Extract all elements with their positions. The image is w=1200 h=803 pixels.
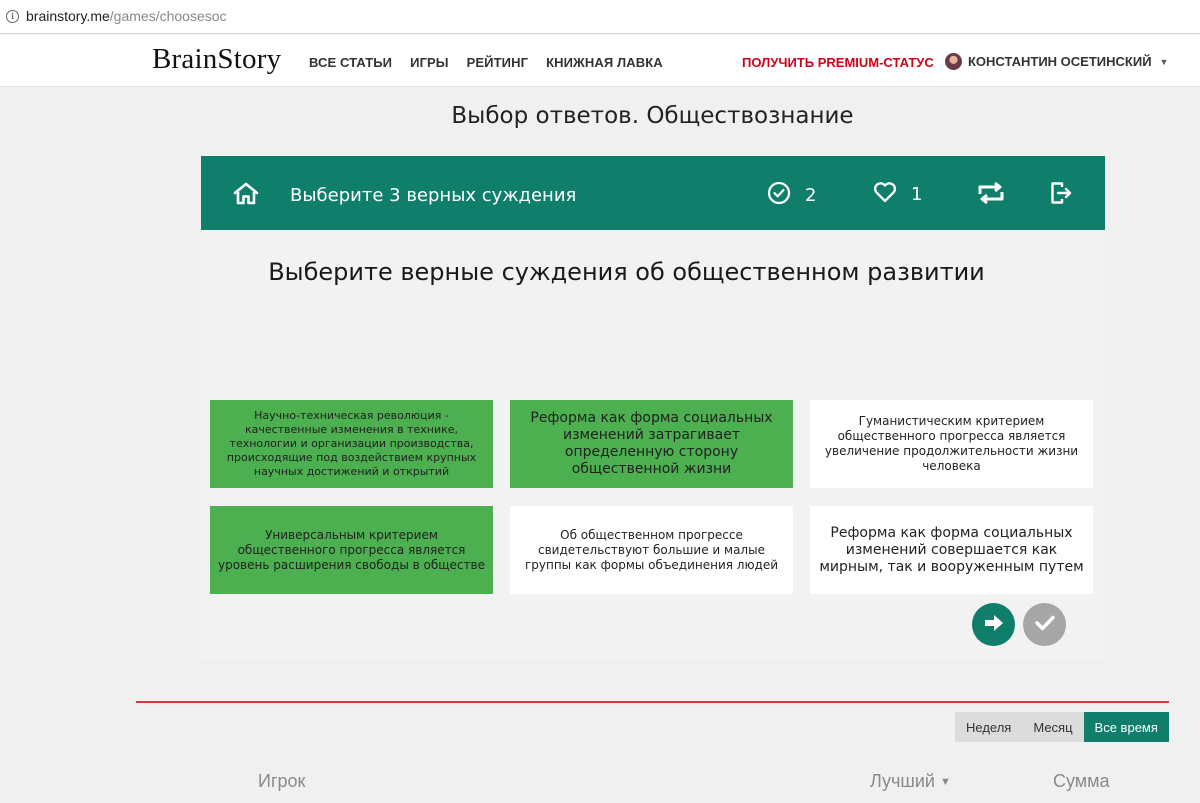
- column-header-player: Игрок: [258, 771, 306, 791]
- answer-card[interactable]: Универсальным критерием общественного пр…: [210, 506, 493, 594]
- answer-text: Научно-техническая революция - качествен…: [226, 409, 477, 478]
- main-nav: ВСЕ СТАТЬИ ИГРЫ РЕЙТИНГ КНИЖНАЯ ЛАВКА: [309, 55, 663, 70]
- arrow-right-icon: [983, 613, 1005, 637]
- lives-counter: 1: [873, 181, 922, 208]
- nav-item-rating[interactable]: РЕЙТИНГ: [467, 55, 528, 70]
- answer-card[interactable]: Об общественном прогрессе свидетельствую…: [510, 506, 793, 594]
- user-name: КОНСТАНТИН ОСЕТИНСКИЙ: [968, 54, 1152, 69]
- url-field[interactable]: i brainstory.me/games/choosesoc: [0, 3, 1200, 29]
- answer-text: Универсальным критерием общественного пр…: [218, 527, 485, 572]
- exit-icon[interactable]: [1050, 181, 1072, 209]
- heart-icon: [873, 181, 897, 208]
- answer-text: Гуманистическим критерием общественного …: [824, 414, 1079, 473]
- check-answer-button[interactable]: [1023, 603, 1066, 646]
- question-text: Выберите верные суждения об общественном…: [268, 258, 985, 286]
- site-navbar: BrainStory ВСЕ СТАТЬИ ИГРЫ РЕЙТИНГ КНИЖН…: [0, 35, 1200, 87]
- repeat-icon[interactable]: [975, 181, 1007, 209]
- column-header-sum: Сумма: [1053, 771, 1110, 791]
- correct-count: 2: [805, 185, 817, 206]
- tab-month[interactable]: Месяц: [1022, 712, 1084, 742]
- column-header-best[interactable]: Лучший ▼: [870, 771, 951, 792]
- chevron-down-icon: ▼: [1159, 56, 1169, 67]
- next-button[interactable]: [972, 603, 1015, 646]
- answer-card[interactable]: Научно-техническая революция - качествен…: [210, 400, 493, 488]
- tab-week[interactable]: Неделя: [955, 712, 1023, 742]
- answer-text: Реформа как форма социальных изменений с…: [819, 524, 1084, 575]
- answer-text: Об общественном прогрессе свидетельствую…: [524, 527, 779, 572]
- premium-link[interactable]: ПОЛУЧИТЬ PREMIUM-СТАТУС: [742, 55, 934, 70]
- divider: [136, 701, 1169, 703]
- nav-item-all-articles[interactable]: ВСЕ СТАТЬИ: [309, 55, 392, 70]
- game-header: Выберите 3 верных суждения 2 1: [201, 156, 1105, 230]
- avatar: [945, 53, 962, 70]
- tab-all-time[interactable]: Все время: [1083, 712, 1169, 742]
- url-host: brainstory.me: [26, 8, 110, 24]
- answer-text: Реформа как форма социальных изменений з…: [530, 410, 773, 477]
- site-logo[interactable]: BrainStory: [152, 43, 281, 76]
- nav-item-bookshop[interactable]: КНИЖНАЯ ЛАВКА: [546, 55, 663, 70]
- task-instruction: Выберите 3 верных суждения: [290, 185, 577, 206]
- answer-card[interactable]: Реформа как форма социальных изменений с…: [810, 506, 1093, 594]
- check-circle-icon: [767, 181, 791, 210]
- sort-caret-icon: ▼: [939, 776, 951, 788]
- page-title: Выбор ответов. Обществознание: [451, 103, 854, 129]
- user-menu[interactable]: КОНСТАНТИН ОСЕТИНСКИЙ ▼: [945, 53, 1168, 70]
- period-tabs: Неделя Месяц Все время: [955, 712, 1169, 742]
- answer-card[interactable]: Реформа как форма социальных изменений з…: [510, 400, 793, 488]
- info-icon[interactable]: i: [6, 9, 19, 23]
- answer-card[interactable]: Гуманистическим критерием общественного …: [810, 400, 1093, 488]
- game-panel: Выберите 3 верных суждения 2 1 Выберите …: [201, 156, 1105, 660]
- url-path: /games/choosesoc: [109, 8, 227, 24]
- home-icon[interactable]: [233, 182, 259, 210]
- lives-count: 1: [911, 184, 923, 205]
- check-icon: [1034, 614, 1056, 636]
- browser-address-bar: i brainstory.me/games/choosesoc: [0, 0, 1200, 34]
- column-header-best-label: Лучший: [870, 771, 935, 791]
- correct-counter: 2: [767, 181, 816, 210]
- nav-item-games[interactable]: ИГРЫ: [410, 55, 449, 70]
